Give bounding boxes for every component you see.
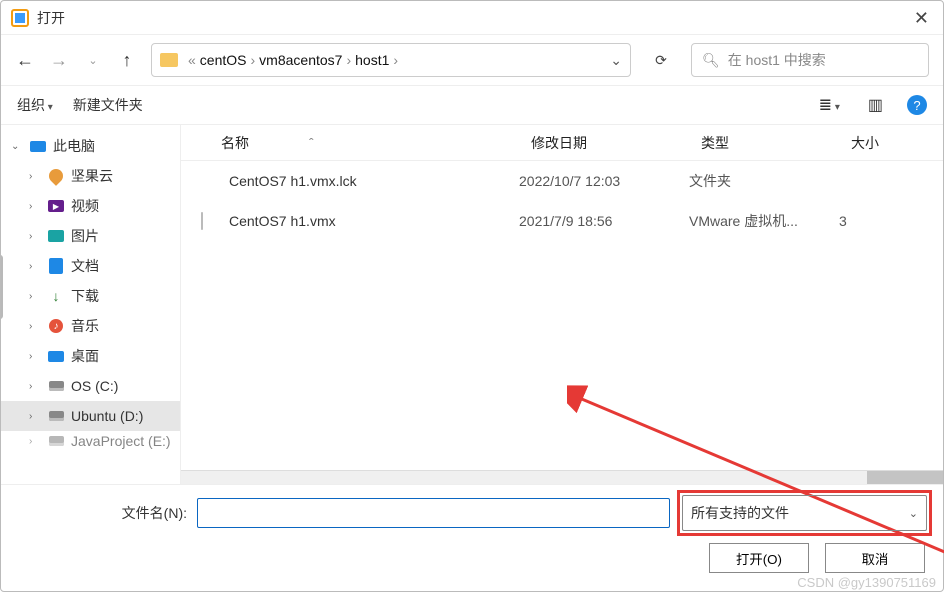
tree-label: Ubuntu (D:) [71, 408, 143, 424]
tree-item-drive-d[interactable]: ›Ubuntu (D:) [1, 401, 180, 431]
scrollbar-thumb[interactable] [867, 471, 943, 484]
breadcrumb[interactable]: « centOS › vm8acentos7 › host1 › ⌄ [151, 43, 631, 77]
new-folder-button[interactable]: 新建文件夹 [73, 95, 143, 115]
file-date: 2022/10/7 12:03 [519, 173, 689, 189]
desktop-icon [48, 351, 64, 362]
video-icon: ▶ [48, 200, 64, 212]
titlebar: 打开 ✕ [1, 1, 943, 35]
picture-icon [48, 230, 64, 242]
tree-item-desktop[interactable]: ›桌面 [1, 341, 180, 371]
file-date: 2021/7/9 18:56 [519, 213, 689, 229]
toolbar: 组织 新建文件夹 ≣ ▥ ? [1, 85, 943, 125]
forward-button[interactable]: → [49, 50, 69, 71]
nut-icon [46, 166, 66, 186]
file-row-vmx[interactable]: CentOS7 h1.vmx 2021/7/9 18:56 VMware 虚拟机… [181, 201, 943, 241]
file-rows: CentOS7 h1.vmx.lck 2022/10/7 12:03 文件夹 C… [181, 161, 943, 470]
file-type: VMware 虚拟机... [689, 211, 839, 231]
download-icon: ↓ [53, 288, 60, 304]
filter-label: 所有支持的文件 [691, 503, 789, 523]
refresh-button[interactable]: ⟳ [645, 52, 677, 69]
col-date[interactable]: 修改日期 [531, 133, 701, 153]
dialog-body: ⌄ 此电脑 ›坚果云 ›▶视频 ›图片 ›文档 ›↓下载 ›♪音乐 ›桌面 ›O… [1, 125, 943, 485]
help-icon[interactable]: ? [907, 95, 927, 115]
chevron-right-icon: › [251, 52, 256, 68]
file-type: 文件夹 [689, 171, 839, 191]
tree-item-pictures[interactable]: ›图片 [1, 221, 180, 251]
horizontal-scrollbar[interactable] [181, 470, 943, 484]
window-title: 打开 [37, 8, 65, 28]
filename-input[interactable] [197, 498, 670, 528]
filename-label: 文件名(N): [17, 503, 191, 523]
tree-label: 图片 [71, 226, 99, 246]
tree-label: 音乐 [71, 316, 99, 336]
tree-item-music[interactable]: ›♪音乐 [1, 311, 180, 341]
nav-row: ← → ⌄ ↑ « centOS › vm8acentos7 › host1 ›… [1, 35, 943, 85]
scrollbar-thumb[interactable] [1, 255, 3, 319]
vmx-file-icon [201, 212, 203, 230]
search-icon: 🔍︎ [702, 52, 720, 69]
breadcrumb-part[interactable]: centOS [200, 52, 247, 68]
tree-label: JavaProject (E:) [71, 433, 171, 449]
pc-icon [30, 141, 46, 152]
sort-indicator-icon: ˆ [309, 135, 314, 151]
drive-icon [49, 436, 64, 446]
tree-item-videos[interactable]: ›▶视频 [1, 191, 180, 221]
folder-tree: ⌄ 此电脑 ›坚果云 ›▶视频 ›图片 ›文档 ›↓下载 ›♪音乐 ›桌面 ›O… [1, 125, 181, 484]
drive-icon [49, 381, 64, 391]
up-button[interactable]: ↑ [117, 50, 137, 71]
breadcrumb-prefix: « [188, 52, 196, 68]
file-name: CentOS7 h1.vmx [229, 213, 519, 229]
tree-label: 下载 [71, 286, 99, 306]
open-dialog: 打开 ✕ ← → ⌄ ↑ « centOS › vm8acentos7 › ho… [0, 0, 944, 592]
search-placeholder: 在 host1 中搜索 [728, 50, 826, 70]
drive-icon [49, 411, 64, 421]
recent-dropdown-icon[interactable]: ⌄ [83, 54, 103, 67]
tree-root-this-pc[interactable]: ⌄ 此电脑 [1, 131, 180, 161]
tree-label: 文档 [71, 256, 99, 276]
cancel-button[interactable]: 取消 [825, 543, 925, 573]
tree-item-drive-c[interactable]: ›OS (C:) [1, 371, 180, 401]
back-button[interactable]: ← [15, 50, 35, 71]
tree-label: 桌面 [71, 346, 99, 366]
file-size: 3 [839, 213, 943, 229]
file-list-pane: 名称 ˆ 修改日期 类型 大小 CentOS7 h1.vmx.lck 2022/… [181, 125, 943, 484]
breadcrumb-dropdown-icon[interactable]: ⌄ [610, 52, 622, 69]
tree-label: 坚果云 [71, 166, 113, 186]
file-row-folder[interactable]: CentOS7 h1.vmx.lck 2022/10/7 12:03 文件夹 [181, 161, 943, 201]
view-list-icon[interactable]: ≣ [815, 95, 844, 115]
tree-label: OS (C:) [71, 378, 118, 394]
folder-icon [160, 53, 178, 67]
tree-item-documents[interactable]: ›文档 [1, 251, 180, 281]
preview-pane-icon[interactable]: ▥ [864, 95, 887, 115]
col-name[interactable]: 名称 [221, 133, 249, 153]
tree-label: 视频 [71, 196, 99, 216]
close-icon[interactable]: ✕ [910, 5, 933, 31]
col-type[interactable]: 类型 [701, 133, 851, 153]
breadcrumb-part[interactable]: vm8acentos7 [259, 52, 342, 68]
tree-item-downloads[interactable]: ›↓下载 [1, 281, 180, 311]
file-type-filter[interactable]: 所有支持的文件 ⌄ [682, 495, 927, 531]
document-icon [49, 258, 63, 274]
music-icon: ♪ [49, 319, 63, 333]
col-size[interactable]: 大小 [851, 133, 943, 153]
chevron-right-icon: › [346, 52, 351, 68]
search-input[interactable]: 🔍︎ 在 host1 中搜索 [691, 43, 929, 77]
organize-menu[interactable]: 组织 [17, 95, 53, 115]
chevron-down-icon: ⌄ [909, 507, 918, 520]
app-logo-icon [11, 9, 29, 27]
file-name: CentOS7 h1.vmx.lck [229, 173, 519, 189]
dialog-footer: 文件名(N): 所有支持的文件 ⌄ 打开(O) 取消 [1, 485, 943, 591]
tree-item-jianguoyun[interactable]: ›坚果云 [1, 161, 180, 191]
tree-item-drive-e[interactable]: ›JavaProject (E:) [1, 431, 180, 451]
tree-label: 此电脑 [53, 136, 95, 156]
breadcrumb-part[interactable]: host1 [355, 52, 389, 68]
chevron-right-icon: › [393, 52, 398, 68]
open-button[interactable]: 打开(O) [709, 543, 809, 573]
column-headers[interactable]: 名称 ˆ 修改日期 类型 大小 [181, 125, 943, 161]
chevron-down-icon[interactable]: ⌄ [11, 141, 23, 152]
